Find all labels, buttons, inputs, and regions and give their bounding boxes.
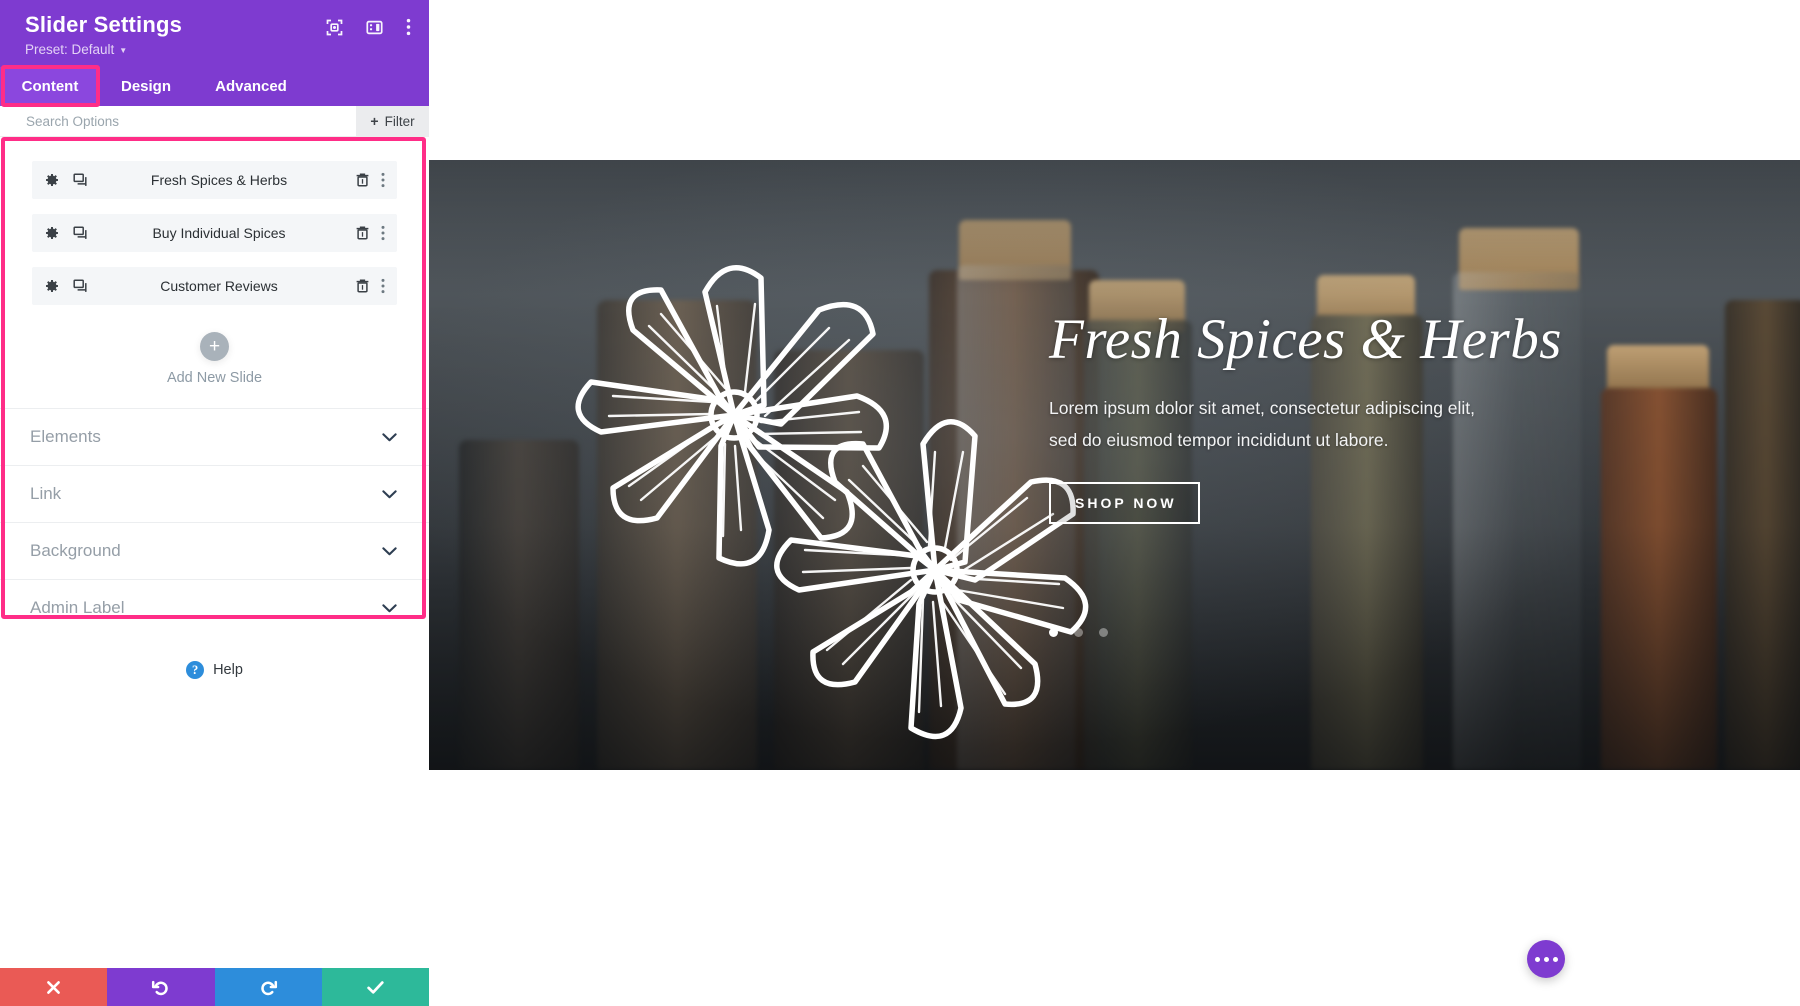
accordion-link-label: Link bbox=[30, 484, 62, 504]
trash-icon[interactable] bbox=[355, 278, 370, 294]
accordion-link[interactable]: Link bbox=[0, 465, 429, 522]
chevron-down-icon: ▼ bbox=[119, 46, 128, 56]
accordion-elements[interactable]: Elements bbox=[0, 408, 429, 465]
kebab-menu-icon[interactable] bbox=[381, 278, 385, 294]
tab-advanced[interactable]: Advanced bbox=[192, 67, 310, 106]
plus-icon: + bbox=[200, 332, 229, 362]
help-label: Help bbox=[213, 662, 243, 679]
save-button[interactable] bbox=[321, 968, 429, 1006]
cancel-button[interactable] bbox=[0, 968, 108, 1006]
slide-copy: Fresh Spices & Herbs Lorem ipsum dolor s… bbox=[1049, 310, 1609, 524]
row-right-tools bbox=[355, 278, 397, 294]
trash-icon[interactable] bbox=[355, 172, 370, 188]
panel-tabs: Content Design Advanced bbox=[0, 65, 429, 108]
fab-dot-1 bbox=[1534, 956, 1540, 962]
chevron-down-icon bbox=[382, 547, 397, 556]
kebab-menu-icon[interactable] bbox=[381, 172, 385, 188]
redo-button[interactable] bbox=[214, 968, 322, 1006]
slide-title: Fresh Spices & Herbs bbox=[1049, 308, 1562, 371]
slide-name: Buy Individual Spices bbox=[152, 225, 286, 242]
tab-design[interactable]: Design bbox=[100, 67, 192, 106]
page-preview: Fresh Spices & Herbs Lorem ipsum dolor s… bbox=[429, 0, 1800, 1006]
preset-label: Preset: Default bbox=[25, 42, 115, 58]
add-new-slide-label: Add New Slide bbox=[166, 370, 263, 387]
close-icon bbox=[47, 980, 61, 994]
kebab-menu-icon[interactable] bbox=[406, 18, 411, 36]
slide-name: Customer Reviews bbox=[160, 278, 278, 295]
duplicate-icon[interactable] bbox=[73, 172, 89, 188]
accordion-admin-label-label: Admin Label bbox=[30, 598, 125, 618]
panel-action-bar bbox=[0, 968, 429, 1006]
panel-layout-icon[interactable] bbox=[366, 19, 383, 36]
duplicate-icon[interactable] bbox=[73, 225, 89, 241]
panel-header: Slider Settings Preset: Default ▼ bbox=[0, 0, 429, 68]
chevron-down-icon bbox=[382, 604, 397, 613]
redo-icon bbox=[260, 980, 277, 995]
search-bar: + Filter bbox=[0, 106, 429, 138]
panel-body: Fresh Spices & Herbs Buy Individual Spic… bbox=[0, 137, 429, 968]
chevron-down-icon bbox=[382, 433, 397, 442]
builder-screen: Slider Settings Preset: Default ▼ Conten… bbox=[0, 0, 1800, 1006]
gear-icon[interactable] bbox=[44, 172, 60, 188]
slider-module-preview[interactable]: Fresh Spices & Herbs Lorem ipsum dolor s… bbox=[429, 160, 1800, 770]
slide-name: Fresh Spices & Herbs bbox=[150, 172, 288, 189]
slider-pagination bbox=[1049, 628, 1108, 637]
fab-dot-2 bbox=[1543, 956, 1549, 962]
focus-frame-icon[interactable] bbox=[326, 19, 343, 36]
tab-content[interactable]: Content bbox=[0, 67, 100, 107]
accordion-background-label: Background bbox=[30, 541, 121, 561]
kebab-menu-icon[interactable] bbox=[381, 225, 385, 241]
page-title: Slider Settings bbox=[25, 12, 183, 37]
shop-now-button[interactable]: SHOP NOW bbox=[1049, 481, 1200, 524]
pagination-dot-3[interactable] bbox=[1099, 628, 1108, 637]
row-right-tools bbox=[355, 172, 397, 188]
fab-dot-3 bbox=[1552, 956, 1558, 962]
trash-icon[interactable] bbox=[355, 225, 370, 241]
row-left-tools bbox=[32, 278, 89, 294]
row-right-tools bbox=[355, 225, 397, 241]
tab-content-label: Content bbox=[21, 78, 79, 96]
filter-button[interactable]: + Filter bbox=[356, 106, 429, 137]
pagination-dot-2[interactable] bbox=[1074, 628, 1083, 637]
accordion-background[interactable]: Background bbox=[0, 522, 429, 579]
checkmark-icon bbox=[367, 980, 384, 994]
slider-settings-panel: Slider Settings Preset: Default ▼ Conten… bbox=[0, 0, 429, 1006]
filter-button-label: Filter bbox=[384, 113, 415, 129]
row-left-tools bbox=[32, 225, 89, 241]
row-left-tools bbox=[32, 172, 89, 188]
add-new-slide-button[interactable]: + Add New Slide bbox=[0, 320, 429, 408]
slide-description: Lorem ipsum dolor sit amet, consectetur … bbox=[1049, 397, 1476, 451]
undo-icon bbox=[152, 980, 169, 995]
undo-button[interactable] bbox=[107, 968, 215, 1006]
question-mark-icon: ? bbox=[186, 661, 205, 680]
gear-icon[interactable] bbox=[44, 225, 60, 241]
table-row[interactable]: Fresh Spices & Herbs bbox=[32, 161, 397, 200]
slide-list: Fresh Spices & Herbs Buy Individual Spic… bbox=[0, 137, 429, 306]
tab-advanced-label: Advanced bbox=[215, 78, 287, 96]
pagination-dot-1[interactable] bbox=[1049, 628, 1058, 637]
tab-design-label: Design bbox=[120, 78, 171, 96]
help-button[interactable]: ? Help bbox=[0, 636, 429, 680]
table-row[interactable]: Buy Individual Spices bbox=[32, 214, 397, 253]
gear-icon[interactable] bbox=[44, 278, 60, 294]
accordion-elements-label: Elements bbox=[30, 427, 101, 447]
header-icon-group bbox=[326, 12, 411, 36]
plus-icon: + bbox=[370, 113, 379, 130]
chevron-down-icon bbox=[382, 490, 397, 499]
duplicate-icon[interactable] bbox=[73, 278, 89, 294]
accordion-admin-label[interactable]: Admin Label bbox=[0, 579, 429, 636]
search-input[interactable] bbox=[0, 106, 356, 137]
table-row[interactable]: Customer Reviews bbox=[32, 267, 397, 306]
page-settings-fab[interactable] bbox=[1527, 940, 1565, 978]
preset-selector[interactable]: Preset: Default ▼ bbox=[25, 42, 411, 57]
